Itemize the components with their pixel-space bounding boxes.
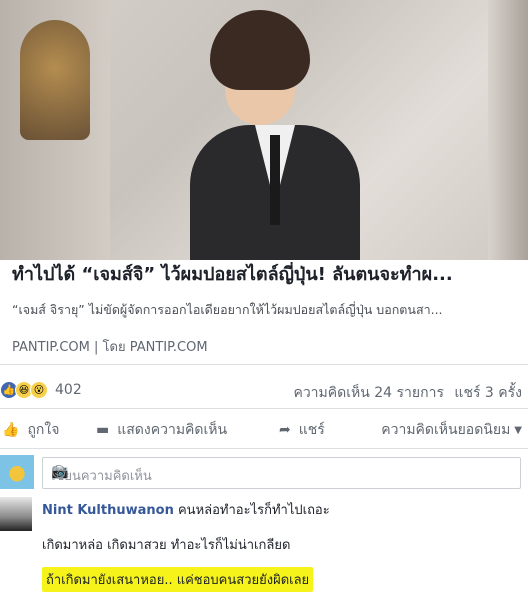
background-wall: [488, 0, 528, 260]
comment-button[interactable]: ▬ แสดงความคิดเห็น: [96, 419, 227, 441]
link-title[interactable]: ทำไปได้ “เจมส์จิ” ไว้ผมปอยสไตล์ญี่ปุ่น! …: [12, 262, 517, 288]
golden-ornament: [20, 20, 90, 140]
commenter-avatar[interactable]: [0, 497, 32, 531]
shares-count[interactable]: แชร์ 3 ครั้ง: [454, 385, 522, 401]
person-photo: [190, 10, 360, 260]
share-button[interactable]: ➦ แชร์: [279, 419, 325, 441]
divider: [0, 448, 528, 449]
post-actions: 👍 ถูกใจ ▬ แสดงความคิดเห็น ➦ แชร์ ความคิด…: [0, 416, 528, 442]
share-label: แชร์: [298, 422, 325, 438]
divider: [0, 364, 528, 365]
comment-composer: เขียนความคิดเห็น 📷 ☺: [0, 455, 528, 491]
sort-label: ความคิดเห็นยอดนิยม: [381, 422, 511, 438]
post-stats: ความคิดเห็น 24 รายการ แชร์ 3 ครั้ง: [287, 382, 522, 404]
link-preview-image[interactable]: [0, 0, 528, 260]
link-description[interactable]: “เจมส์ จิรายุ” ไม่ขัดผู้จัดการออกไอเดียอ…: [12, 300, 517, 320]
thumbs-up-icon: 👍: [2, 422, 20, 438]
reactions-summary[interactable]: 👍 😆 😮 402: [0, 380, 82, 400]
divider: [0, 408, 528, 409]
like-button[interactable]: 👍 ถูกใจ: [2, 419, 59, 441]
emoji-icon[interactable]: ☺: [51, 463, 508, 481]
comment-icon: ▬: [96, 422, 110, 438]
reaction-count: 402: [55, 382, 82, 398]
share-arrow-icon: ➦: [279, 422, 291, 438]
comment-text-3-highlighted: ถ้าเกิดมายังเสนาหอย.. แค่ชอบคนสวยยังผิดเ…: [42, 567, 314, 592]
comment-input[interactable]: เขียนความคิดเห็น 📷 ☺: [42, 457, 521, 489]
link-source: PANTIP.COM | โดย PANTIP.COM: [12, 340, 208, 355]
comment-text-2: เกิดมาหล่อ เกิดมาสวย ทำอะไรก็ไม่น่าเกลีย…: [42, 538, 291, 553]
comments-count[interactable]: ความคิดเห็น 24 รายการ: [293, 385, 444, 401]
wow-icon: 😮: [30, 381, 48, 399]
sort-comments-dropdown[interactable]: ความคิดเห็นยอดนิยม ▼: [381, 419, 522, 441]
comment-text-1: คนหล่อทำอะไรก็ทำไปเถอะ: [177, 503, 330, 518]
like-label: ถูกใจ: [27, 422, 60, 438]
commenter-name[interactable]: Nint Kulthuwanon: [42, 503, 174, 518]
chevron-down-icon: ▼: [514, 424, 522, 436]
avatar[interactable]: [0, 455, 34, 489]
comment-header: Nint Kulthuwanon คนหล่อทำอะไรก็ทำไปเถอะ: [42, 499, 330, 520]
comment-label: แสดงความคิดเห็น: [117, 422, 228, 438]
